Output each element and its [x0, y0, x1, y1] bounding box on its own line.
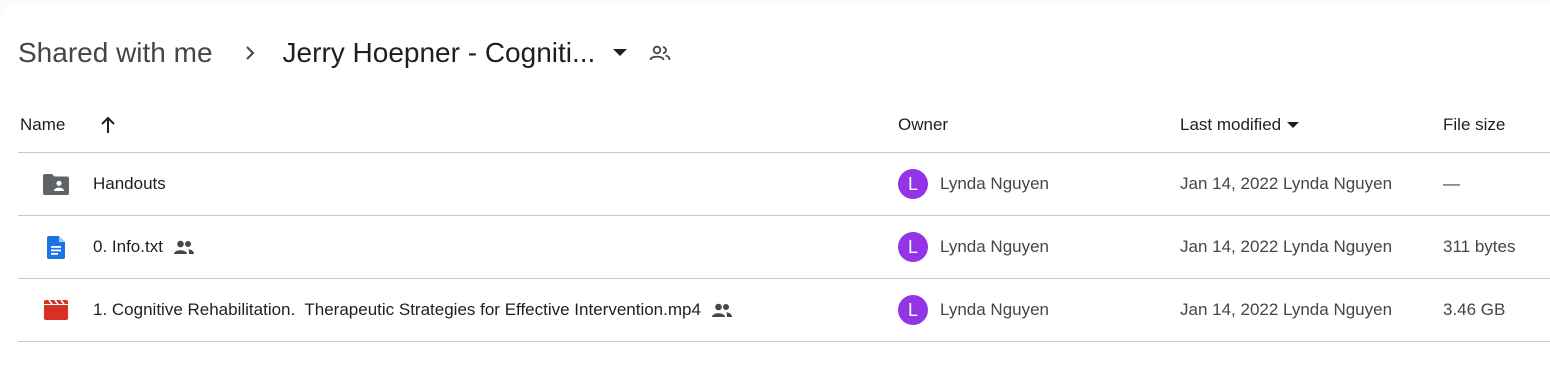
file-name-label: 0. Info.txt [93, 237, 163, 256]
avatar[interactable]: L [898, 295, 928, 325]
file-name: 1. Cognitive Rehabilitation. Therapeutic… [93, 279, 733, 341]
file-name: Handouts [93, 153, 166, 215]
table-row[interactable]: 0. Info.txt L Lynda Nguyen Jan 14, 2022 … [18, 216, 1550, 279]
column-header-last-modified-label: Last modified [1180, 115, 1282, 134]
arrow-drop-down-icon [1287, 121, 1300, 129]
arrow-drop-down-icon[interactable] [613, 49, 628, 57]
column-header-name[interactable]: Name [20, 98, 65, 152]
owner-name: Lynda Nguyen [940, 300, 1050, 319]
column-header-last-modified[interactable]: Last modified [1180, 98, 1300, 152]
owner-cell: L Lynda Nguyen [898, 279, 1049, 341]
people-icon [711, 303, 733, 317]
owner-cell: L Lynda Nguyen [898, 153, 1049, 215]
table-header: Name Owner Last modified File size [18, 98, 1550, 153]
video-file-icon [42, 279, 70, 341]
file-size: — [1443, 174, 1460, 193]
column-header-owner[interactable]: Owner [898, 98, 948, 152]
column-header-file-size[interactable]: File size [1443, 98, 1505, 152]
last-modified: Jan 14, 2022 Lynda Nguyen [1180, 300, 1393, 319]
breadcrumb-shared-with-me[interactable]: Shared with me [18, 37, 213, 69]
google-docs-icon [42, 216, 70, 278]
shared-folder-icon [42, 153, 70, 215]
breadcrumb: Shared with me Jerry Hoepner - Cogniti..… [18, 33, 671, 73]
file-name: 0. Info.txt [93, 216, 195, 278]
people-icon[interactable] [649, 45, 671, 61]
owner-name: Lynda Nguyen [940, 174, 1050, 193]
avatar[interactable]: L [898, 169, 928, 199]
file-browser-panel: Shared with me Jerry Hoepner - Cogniti..… [0, 3, 1550, 375]
avatar[interactable]: L [898, 232, 928, 262]
table-row[interactable]: Handouts L Lynda Nguyen Jan 14, 2022 Lyn… [18, 153, 1550, 216]
file-size: 311 bytes [1443, 237, 1516, 256]
file-name-label: 1. Cognitive Rehabilitation. Therapeutic… [93, 300, 701, 319]
last-modified: Jan 14, 2022 Lynda Nguyen [1180, 174, 1393, 193]
people-icon [173, 240, 195, 254]
owner-name: Lynda Nguyen [940, 237, 1050, 256]
table-row[interactable]: 1. Cognitive Rehabilitation. Therapeutic… [18, 279, 1550, 342]
chevron-right-icon [243, 45, 257, 61]
file-name-label: Handouts [93, 174, 166, 193]
breadcrumb-current-folder[interactable]: Jerry Hoepner - Cogniti... [283, 37, 596, 69]
arrow-up-icon[interactable] [100, 98, 116, 152]
last-modified: Jan 14, 2022 Lynda Nguyen [1180, 237, 1393, 256]
owner-cell: L Lynda Nguyen [898, 216, 1049, 278]
file-size: 3.46 GB [1443, 300, 1506, 319]
file-table: Name Owner Last modified File size Hando… [18, 98, 1550, 342]
